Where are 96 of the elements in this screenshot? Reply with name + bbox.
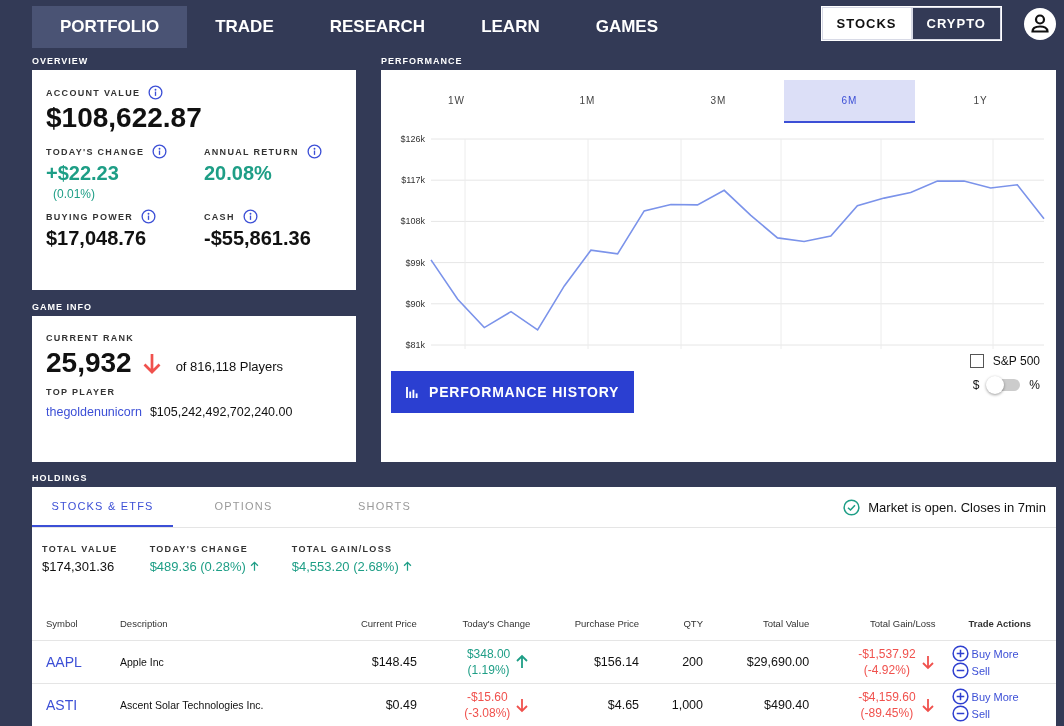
market-toggle-option[interactable]: STOCKS: [821, 7, 912, 40]
y-axis-label: $99k: [405, 257, 425, 268]
stat-label: ANNUAL RETURN: [204, 146, 299, 157]
sell-button[interactable]: Sell: [951, 662, 990, 679]
nav-tab[interactable]: PORTFOLIO: [32, 6, 188, 48]
symbol-link[interactable]: ASTI: [46, 697, 78, 713]
market-toggle-option[interactable]: CRYPTO: [911, 7, 1001, 40]
holdings-tab[interactable]: STOCKS & ETFS: [32, 487, 173, 527]
gain-loss-value: -$4,159.60 (-89.45%): [858, 689, 916, 721]
toggle-label: $: [972, 378, 980, 392]
account-value: $108,622.87: [46, 102, 203, 134]
performance-history-button[interactable]: PERFORMANCE HISTORY: [391, 371, 635, 413]
rank-label: CURRENT RANK: [46, 333, 136, 343]
total-label: TOTAL GAIN/LOSS: [291, 544, 394, 554]
change-value: -$15.60 (-3.08%): [464, 689, 511, 721]
benchmark-checkbox[interactable]: [969, 354, 984, 368]
check-circle-icon: [843, 498, 861, 516]
symbol-link[interactable]: AAPL: [46, 654, 82, 670]
nav-tab[interactable]: TRADE: [187, 6, 302, 48]
stat-value: $17,048.76: [46, 227, 148, 250]
table-cell: Apple Inc: [112, 640, 328, 684]
column-header: Total Value: [711, 606, 818, 641]
rank-value: 25,932: [46, 347, 132, 379]
info-icon[interactable]: [148, 85, 164, 100]
column-header: Today's Change: [424, 606, 539, 641]
column-header: Total Gain/Loss: [817, 606, 944, 641]
stat-label: TODAY'S CHANGE: [46, 146, 145, 157]
nav-tab[interactable]: LEARN: [453, 6, 568, 48]
table-cell: Ascent Solar Technologies Inc.: [112, 683, 328, 726]
column-header: Description: [112, 606, 328, 641]
table-cell: $148.45: [327, 640, 425, 684]
minus-circle-icon: [951, 662, 969, 679]
table-cell: $29,690.00: [711, 640, 818, 684]
players-count: of 816,118 Players: [175, 358, 284, 374]
table-cell: $4.65: [538, 683, 648, 726]
nav-tab[interactable]: RESEARCH: [301, 6, 454, 48]
y-axis-label: $90k: [405, 298, 425, 309]
top-player-value: $105,242,492,702,240.00: [149, 405, 293, 419]
column-header: Trade Actions: [943, 606, 1056, 641]
nav-tab[interactable]: GAMES: [567, 6, 687, 48]
table-cell: $0.49: [327, 683, 425, 726]
plus-circle-icon: [951, 688, 969, 705]
stat-value: +$22.23: [46, 162, 120, 185]
y-axis-label: $126k: [400, 134, 425, 144]
benchmark-label: S&P 500: [992, 354, 1040, 368]
column-header: Purchase Price: [538, 606, 648, 641]
account-value-label: ACCOUNT VALUE: [46, 87, 141, 98]
total-value: $174,301.36: [42, 559, 115, 574]
buy-more-button[interactable]: Buy More: [951, 645, 1019, 662]
stat-value: 20.08%: [204, 162, 273, 185]
info-icon[interactable]: [152, 144, 168, 159]
column-header: Current Price: [327, 606, 425, 641]
table-cell: 1,000: [647, 683, 711, 726]
info-icon[interactable]: [141, 209, 157, 224]
section-label: GAME INFO: [32, 302, 93, 314]
info-icon[interactable]: [242, 209, 258, 224]
column-header: QTY: [647, 606, 711, 641]
stat-percent: (0.01%): [53, 187, 97, 201]
info-icon[interactable]: [306, 144, 322, 159]
total-label: TODAY'S CHANGE: [149, 544, 249, 554]
up-arrow-icon: [401, 561, 413, 572]
bar-chart-icon: [406, 386, 419, 398]
change-value: $348.00 (1.19%): [466, 646, 511, 678]
top-player-label: TOP PLAYER: [46, 387, 117, 397]
sell-button[interactable]: Sell: [951, 705, 990, 722]
up-arrow-icon: [248, 561, 260, 572]
stat-label: BUYING POWER: [46, 211, 134, 222]
y-axis-label: $117k: [401, 175, 425, 186]
buy-more-button[interactable]: Buy More: [951, 688, 1019, 705]
table-cell: $156.14: [538, 640, 648, 684]
period-tab[interactable]: 6M: [784, 80, 915, 123]
unit-switch[interactable]: [988, 379, 1021, 391]
total-value: $489.36 (0.28%): [149, 559, 246, 574]
minus-circle-icon: [951, 705, 969, 722]
period-tab[interactable]: 1W: [391, 80, 522, 123]
period-tab[interactable]: 3M: [653, 80, 784, 123]
table-cell: $490.40: [711, 683, 818, 726]
user-avatar-icon[interactable]: [1024, 7, 1056, 40]
table-cell: 200: [647, 640, 711, 684]
top-player-link[interactable]: thegoldenunicorn: [46, 405, 142, 419]
market-status-text: Market is open. Closes in 7min: [868, 499, 1046, 515]
stat-value: -$55,861.36: [204, 227, 312, 250]
toggle-label: %: [1029, 378, 1040, 392]
period-tab[interactable]: 1Y: [915, 80, 1046, 123]
plus-circle-icon: [951, 645, 969, 662]
stat-label: CASH: [204, 211, 235, 222]
column-header: Symbol: [32, 606, 112, 641]
period-tab[interactable]: 1M: [522, 80, 653, 123]
y-axis-label: $108k: [400, 216, 425, 227]
section-label: HOLDINGS: [32, 473, 89, 485]
section-label: PERFORMANCE: [381, 56, 464, 68]
total-label: TOTAL VALUE: [42, 544, 118, 554]
total-value: $4,553.20 (2.68%): [291, 559, 399, 574]
y-axis-label: $81k: [405, 340, 425, 350]
section-label: OVERVIEW: [32, 56, 90, 68]
gain-loss-value: -$1,537.92 (-4.92%): [858, 646, 916, 678]
